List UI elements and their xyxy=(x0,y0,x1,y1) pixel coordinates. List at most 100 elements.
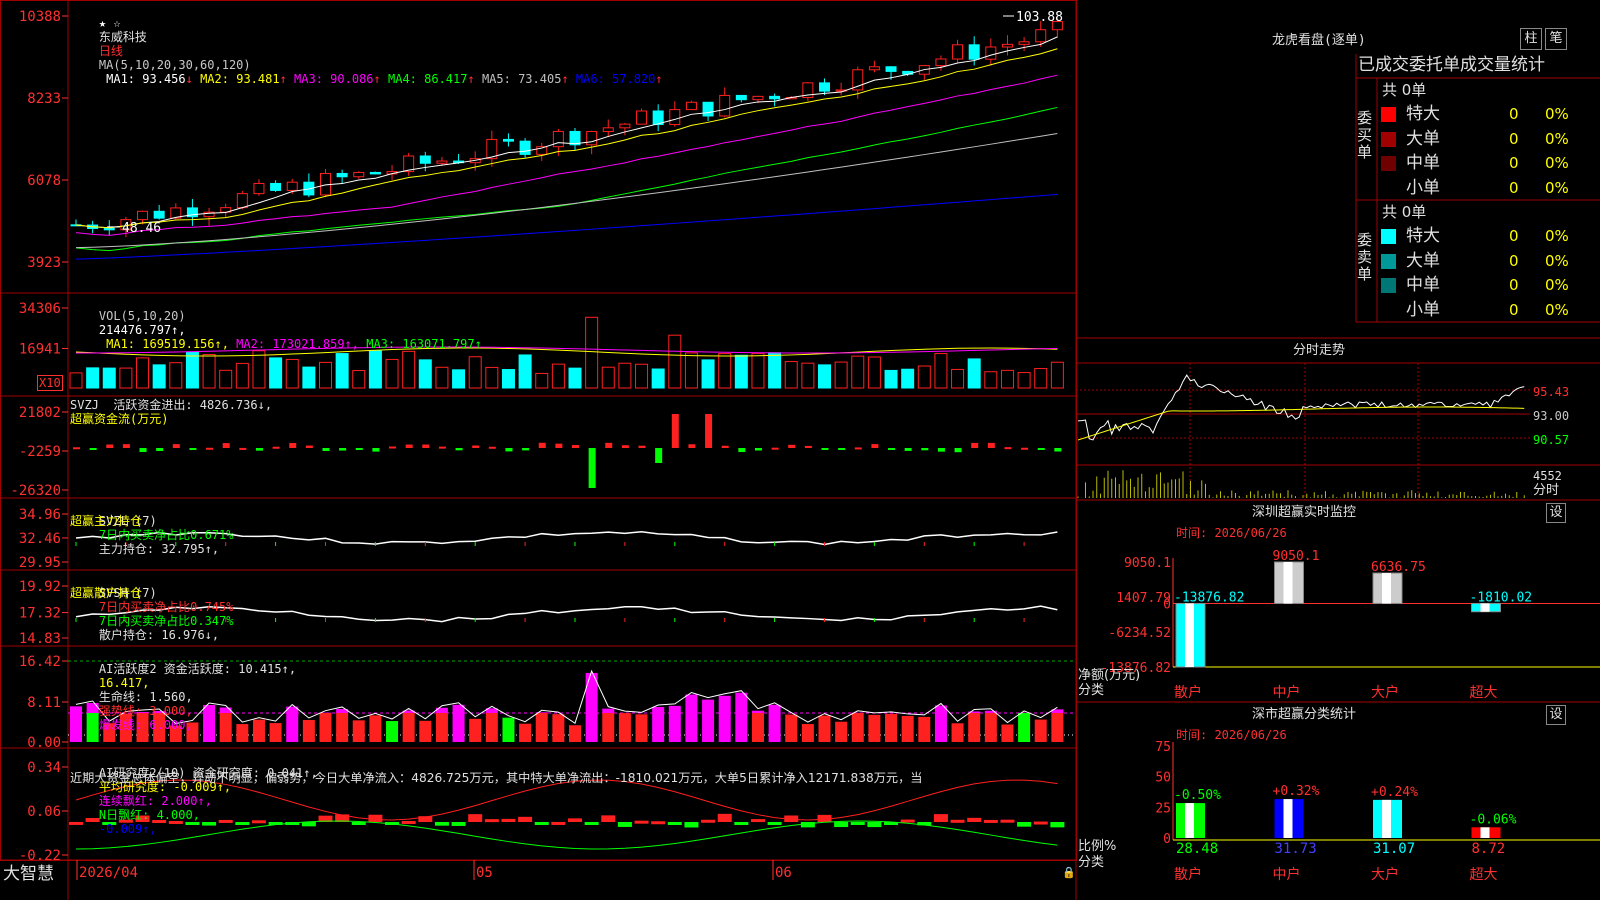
vol-bar xyxy=(152,364,166,389)
vol-bar xyxy=(235,362,249,389)
svzj-bar xyxy=(771,447,779,450)
star-icons[interactable]: ★ ☆ xyxy=(99,16,121,30)
svzl-part2: 主力持仓: 32.795↑, xyxy=(98,542,220,556)
ai-active-bar xyxy=(352,720,365,742)
vol-bar xyxy=(934,353,948,389)
sell-count-1: 0 xyxy=(1509,251,1519,270)
candle xyxy=(735,94,747,101)
svzj-bar xyxy=(971,442,979,448)
candle xyxy=(702,101,714,117)
svzj-bar xyxy=(738,448,746,453)
svsh-subtitle: 超赢散户持仓 xyxy=(70,586,143,600)
monitor-bar-hl-0 xyxy=(1185,603,1194,667)
svzj-bar xyxy=(655,448,663,463)
candle xyxy=(236,193,248,209)
ai-research-bar xyxy=(1033,821,1048,825)
candle xyxy=(103,228,115,231)
ai-research-bar xyxy=(518,816,533,822)
candle xyxy=(752,95,764,101)
svzj-bar xyxy=(605,442,613,448)
ai-research-bar xyxy=(568,818,582,822)
sell-pct-0: 0% xyxy=(1545,227,1569,245)
svsh-header: SVSH (7) 7日内买卖净占比0.745% 7日内买卖净占比0.347% 散… xyxy=(70,572,234,656)
sell-side: 委卖单 xyxy=(1357,231,1373,283)
period-label[interactable]: 日线 xyxy=(99,44,123,58)
svzl-part1: 7日内买卖净占比0.671% xyxy=(98,528,234,542)
candle xyxy=(685,101,697,111)
ai-active-bar xyxy=(951,723,964,742)
stock-name[interactable]: 东威科技 xyxy=(99,30,147,44)
candle xyxy=(436,160,448,164)
ai-active-bar-top xyxy=(702,699,715,713)
monitor-value-3: -1810.02 xyxy=(1470,590,1533,605)
sell-swatch-0 xyxy=(1381,229,1396,244)
monitor-bar-hl-2 xyxy=(1382,573,1391,604)
svzj-bar xyxy=(555,443,563,448)
ai-active-bar xyxy=(618,713,631,742)
bar-mode-button[interactable]: 柱 xyxy=(1520,28,1542,50)
sell-name-0: 特大 xyxy=(1406,226,1440,246)
classstats-value-1: 31.73 xyxy=(1275,841,1317,857)
ai-active-bar xyxy=(386,721,399,742)
candle xyxy=(619,123,631,129)
kline-y-label-0: 10388 xyxy=(19,9,61,25)
svzj-bar xyxy=(937,448,945,452)
app-logo[interactable]: 大智慧 xyxy=(3,864,54,884)
ai-active-bar xyxy=(602,713,615,742)
ai-active-bar xyxy=(569,725,581,742)
ma-value-2: 93.481 xyxy=(236,72,280,86)
candle xyxy=(669,109,681,126)
ai-active-bar xyxy=(785,714,798,742)
candle xyxy=(336,172,348,178)
ai-research-bar xyxy=(1017,822,1032,827)
ai-active-bar xyxy=(668,713,681,742)
svzj-bar xyxy=(705,414,713,448)
classstats-value-0: 28.48 xyxy=(1176,841,1218,857)
svzj-bar xyxy=(355,448,363,450)
vol-ma-values: MA1: 169519.156↑, MA2: 173021.859↑, MA3:… xyxy=(99,337,482,351)
monitor-ylabel: 净额(万元) xyxy=(1078,668,1141,683)
classstats-settings-button[interactable]: 设 xyxy=(1546,705,1566,725)
svzj-subtitle: 超赢资金流(万元) xyxy=(70,412,169,426)
ai-research-bar xyxy=(401,820,416,824)
monitor-settings-button[interactable]: 设 xyxy=(1546,503,1566,523)
ma-value-5: 73.405 xyxy=(518,72,562,86)
vol-bar xyxy=(435,366,449,389)
svzj-bar xyxy=(621,445,629,448)
vol-bar xyxy=(452,369,466,389)
candle xyxy=(819,82,830,92)
candle xyxy=(419,155,431,164)
svzj-bar xyxy=(854,447,862,450)
ma-params: MA(5,10,20,30,60,120) xyxy=(98,58,251,72)
svzj-bar xyxy=(1021,447,1029,450)
classstats-bar-hl-0 xyxy=(1185,803,1194,838)
buy-count-2: 0 xyxy=(1509,154,1519,172)
vol-bar xyxy=(851,355,865,389)
pen-mode-button[interactable]: 笔 xyxy=(1545,28,1567,50)
ma-arrow-4: ↑ xyxy=(467,72,475,86)
ma-arrow-2: ↑ xyxy=(279,72,287,86)
vol-bar xyxy=(302,366,316,389)
candle xyxy=(137,210,149,221)
svzj-bar xyxy=(472,445,480,448)
vol-bar xyxy=(69,372,83,389)
sell-count-2: 0 xyxy=(1509,276,1519,294)
svzj-title: SVZJ 活跃资金进出: 4826.736↓, xyxy=(70,398,273,412)
svzj-bar xyxy=(372,448,380,452)
lock-icon: 🔒 xyxy=(1062,866,1076,879)
sell-name-3: 小单 xyxy=(1406,299,1440,320)
monitor-category-3: 超大 xyxy=(1470,685,1498,701)
vol-bar xyxy=(518,354,532,389)
ai-research-y-label-2: -0.22 xyxy=(19,848,61,864)
vol-bar xyxy=(1034,368,1048,389)
ai-active-bar xyxy=(452,713,465,742)
svzj-bar xyxy=(255,448,263,451)
sell-pct-3: 0% xyxy=(1545,300,1569,319)
classstats-category-1: 中户 xyxy=(1273,866,1301,883)
ai-active-bar xyxy=(934,713,947,742)
classstats-ylabel: 比例% xyxy=(1078,839,1117,854)
classstats-title: 深市超赢分类统计 xyxy=(1252,707,1357,722)
vol-bar xyxy=(834,361,848,389)
svzj-bar xyxy=(239,447,247,450)
candle xyxy=(636,110,648,125)
